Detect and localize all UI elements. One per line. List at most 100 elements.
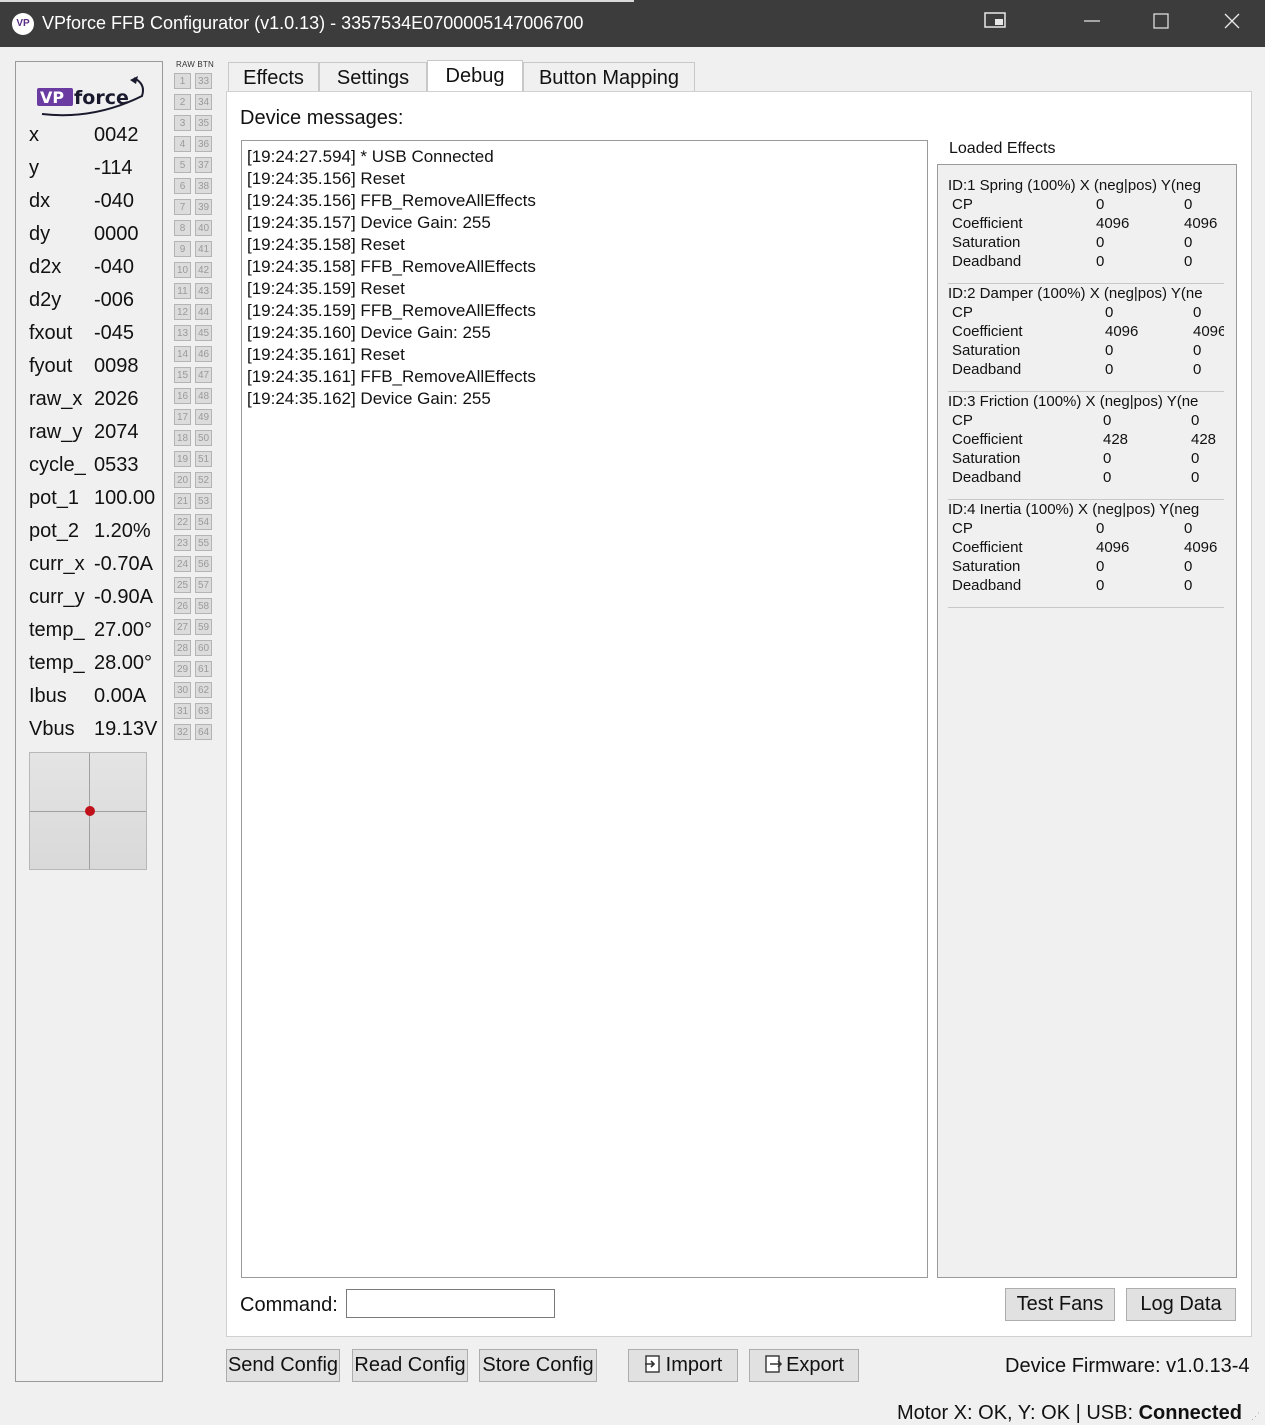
export-button[interactable]: Export	[749, 1349, 859, 1382]
raw-indicator: 20	[174, 472, 191, 488]
effect-param-x: 0	[1096, 520, 1105, 537]
readout-label: x	[29, 124, 39, 146]
readout-label: pot_2	[29, 520, 80, 542]
readout-row: x 0042	[29, 124, 159, 154]
readout-label: raw_y	[29, 421, 83, 443]
log-message: [19:24:35.159] FFB_RemoveAllEffects	[247, 301, 536, 320]
close-icon[interactable]	[1202, 0, 1262, 47]
stick-position-dot	[85, 806, 95, 816]
effect-param-name: Saturation	[952, 450, 1021, 467]
loaded-effects-panel: ID:1 Spring (100%) X (neg|pos) Y(neg CP 0 0…	[937, 164, 1237, 1278]
resize-grip-icon[interactable]: ⋰	[1251, 1411, 1261, 1421]
readout-label: curr_y	[29, 586, 85, 608]
indicator-header: RAW BTN	[176, 60, 214, 69]
button-indicator: 46	[195, 346, 212, 362]
effect-entry: ID:3 Friction (100%) X (neg|pos) Y(ne CP 0…	[948, 393, 1224, 500]
log-message: [19:24:27.594] * USB Connected	[247, 147, 494, 166]
raw-indicator: 23	[174, 535, 191, 551]
button-indicator: 59	[195, 619, 212, 635]
minimize-icon[interactable]	[1062, 0, 1122, 47]
effect-param-x: 0	[1105, 361, 1114, 378]
readout-label: fyout	[29, 355, 73, 377]
effect-param-name: Saturation	[952, 234, 1021, 251]
readout-label: temp_	[29, 619, 85, 641]
effect-param-x: 0	[1105, 304, 1114, 321]
test-fans-button[interactable]: Test Fans	[1005, 1288, 1115, 1321]
readout-row: raw_x 2026	[29, 388, 159, 418]
tab-settings[interactable]: Settings	[319, 62, 427, 92]
effect-param-x: 0	[1103, 450, 1112, 467]
read-config-button[interactable]: Read Config	[352, 1349, 468, 1382]
vpforce-logo: VP force	[34, 74, 149, 118]
button-indicator: 62	[195, 682, 212, 698]
readout-row: raw_y 2074	[29, 421, 159, 451]
button-indicator: 49	[195, 409, 212, 425]
readout-value: 28.00°	[94, 652, 153, 674]
effect-param-name: Deadband	[952, 577, 1022, 594]
readout-row: fyout 0098	[29, 355, 159, 385]
effect-param-x: 4096	[1105, 323, 1139, 340]
log-message: [19:24:35.158] FFB_RemoveAllEffects	[247, 257, 536, 276]
raw-indicator: 12	[174, 304, 191, 320]
readout-label: dx	[29, 190, 51, 212]
readout-row: pot_1 100.00	[29, 487, 159, 517]
device-firmware: Device Firmware: v1.0.13-4	[1005, 1355, 1250, 1377]
effect-param-name: CP	[952, 412, 973, 429]
readout-row: curr_y -0.90A	[29, 586, 159, 616]
raw-indicator: 2	[174, 94, 191, 110]
button-indicator: 36	[195, 136, 212, 152]
effect-param-y: 4096	[1184, 539, 1218, 556]
readout-value: 100.00	[94, 487, 156, 509]
effect-param-y: 0	[1193, 304, 1202, 321]
readout-row: y -114	[29, 157, 159, 187]
title-bar: VP VPforce FFB Configurator (v1.0.13) - …	[0, 0, 1265, 47]
effect-param-y: 0	[1191, 412, 1200, 429]
readout-label: d2x	[29, 256, 62, 278]
readout-row: Vbus 19.13V	[29, 718, 159, 748]
effect-param-y: 428	[1191, 431, 1217, 448]
button-indicator: 52	[195, 472, 212, 488]
readout-value: -0.90A	[94, 586, 153, 608]
pip-icon[interactable]	[966, 0, 1026, 47]
readout-value: 19.13V	[94, 718, 158, 740]
tab-button-mapping[interactable]: Button Mapping	[523, 62, 695, 92]
readout-value: 27.00°	[94, 619, 153, 641]
log-message: [19:24:35.161] FFB_RemoveAllEffects	[247, 367, 536, 386]
button-indicator: 58	[195, 598, 212, 614]
send-config-button[interactable]: Send Config	[226, 1349, 340, 1382]
button-indicator: 50	[195, 430, 212, 446]
device-messages-log[interactable]: [19:24:27.594] * USB Connected [19:24:35.…	[241, 140, 928, 1278]
readout-value: -006	[94, 289, 135, 311]
effect-header: ID:2 Damper (100%) X (neg|pos) Y(ne	[948, 285, 1203, 302]
log-data-button[interactable]: Log Data	[1126, 1288, 1236, 1321]
effect-param-name: Coefficient	[952, 431, 1023, 448]
readout-row: temp_ 28.00°	[29, 652, 159, 682]
readout-value: 0098	[94, 355, 139, 377]
svg-text:VP: VP	[40, 88, 64, 107]
import-button[interactable]: Import	[628, 1349, 738, 1382]
store-config-button[interactable]: Store Config	[479, 1349, 597, 1382]
raw-indicator: 31	[174, 703, 191, 719]
command-input[interactable]	[346, 1289, 555, 1318]
raw-indicator: 32	[174, 724, 191, 740]
tab-effects[interactable]: Effects	[228, 62, 319, 92]
raw-indicator: 1	[174, 73, 191, 89]
raw-indicator: 4	[174, 136, 191, 152]
effect-param-name: Deadband	[952, 469, 1022, 486]
readout-label: temp_	[29, 652, 85, 674]
effect-header: ID:1 Spring (100%) X (neg|pos) Y(neg	[948, 177, 1201, 194]
app-icon: VP	[12, 13, 34, 35]
effect-header: ID:4 Inertia (100%) X (neg|pos) Y(neg	[948, 501, 1200, 518]
readout-row: pot_2 1.20%	[29, 520, 159, 550]
maximize-icon[interactable]	[1131, 0, 1191, 47]
device-messages-label: Device messages:	[240, 107, 404, 129]
button-indicator: 41	[195, 241, 212, 257]
effect-param-y: 4096	[1184, 215, 1218, 232]
raw-indicator: 5	[174, 157, 191, 173]
tab-debug[interactable]: Debug	[427, 60, 523, 91]
readout-label: cycle_	[29, 454, 86, 476]
effect-param-name: CP	[952, 196, 973, 213]
button-indicator: 34	[195, 94, 212, 110]
readout-value: -0.70A	[94, 553, 153, 575]
raw-indicator: 24	[174, 556, 191, 572]
